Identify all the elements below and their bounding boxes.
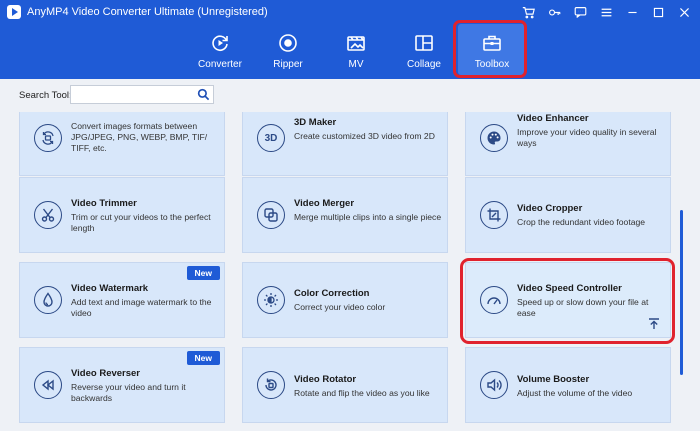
tool-card-video-enhancer[interactable]: Video Enhancer Improve your video qualit… (465, 112, 671, 176)
cart-icon[interactable] (516, 3, 540, 21)
tool-title: Video Trimmer (71, 198, 137, 209)
tool-description: Merge multiple clips into a single piece (294, 212, 442, 222)
minimize-icon[interactable] (620, 3, 644, 21)
window-controls (516, 3, 696, 21)
tab-converter[interactable]: Converter (186, 24, 254, 75)
mv-icon (345, 32, 367, 54)
speed-controller-highlight (460, 258, 675, 344)
3d-icon: 3D (257, 124, 285, 152)
tab-label: Converter (198, 59, 242, 70)
tool-card-video-cropper[interactable]: Video Cropper Crop the redundant video f… (465, 177, 671, 253)
maximize-icon[interactable] (646, 3, 670, 21)
rewind-icon (34, 371, 62, 399)
tool-title: Video Enhancer (517, 113, 589, 124)
search-label: Search Tool: (19, 90, 72, 101)
tool-description: Convert images formats between JPG/JPEG,… (71, 121, 208, 153)
close-icon[interactable] (672, 3, 696, 21)
search-field (70, 85, 214, 105)
tool-card-color-correction[interactable]: Color Correction Correct your video colo… (242, 262, 448, 338)
toolbox-tab-highlight (453, 20, 527, 78)
tool-card-video-trimmer[interactable]: Video Trimmer Trim or cut your videos to… (19, 177, 225, 253)
collage-icon (413, 32, 435, 54)
new-badge: New (186, 266, 220, 280)
tab-label: Collage (407, 59, 441, 70)
app-logo-icon (7, 5, 21, 19)
tool-description: Create customized 3D video from 2D (294, 131, 435, 141)
tool-card-video-rotator[interactable]: Video Rotator Rotate and flip the video … (242, 347, 448, 423)
tab-label: Ripper (273, 59, 303, 70)
converter-icon (209, 32, 231, 54)
tool-title: Video Merger (294, 198, 355, 209)
menu-icon[interactable] (594, 3, 618, 21)
volume-icon (480, 371, 508, 399)
tool-title: Volume Booster (517, 374, 590, 385)
scissors-icon (34, 201, 62, 229)
merge-icon (257, 201, 285, 229)
rotate-icon (257, 371, 285, 399)
tool-description: Adjust the volume of the video (517, 388, 633, 398)
tool-description: Rotate and flip the video as you like (294, 388, 430, 398)
tool-title: Color Correction (294, 288, 370, 299)
tool-description: Reverse your video and turn it backwards (71, 382, 186, 403)
watermark-icon (34, 286, 62, 314)
tool-title: Video Cropper (517, 203, 583, 214)
search-input[interactable] (71, 88, 191, 105)
tool-description: Crop the redundant video footage (517, 217, 646, 227)
tool-title: 3D Maker (294, 117, 337, 128)
key-icon[interactable] (542, 3, 566, 21)
title-bar: AnyMP4 Video Converter Ultimate (Unregis… (0, 0, 700, 79)
tool-card-3d-maker[interactable]: 3D 3D Maker Create customized 3D video f… (242, 112, 448, 176)
tool-title: Video Watermark (71, 283, 149, 294)
new-badge: New (186, 351, 220, 365)
tool-card-volume-booster[interactable]: Volume Booster Adjust the volume of the … (465, 347, 671, 423)
tab-ripper[interactable]: Ripper (254, 24, 322, 75)
tool-card-video-reverser[interactable]: New Video Reverser Reverse your video an… (19, 347, 225, 423)
chat-icon[interactable] (568, 3, 592, 21)
palette-icon (480, 124, 508, 152)
tab-label: MV (348, 59, 364, 70)
app-title: AnyMP4 Video Converter Ultimate (Unregis… (27, 6, 268, 18)
color-icon (257, 286, 285, 314)
tool-description: Correct your video color (294, 302, 386, 312)
tab-collage[interactable]: Collage (390, 24, 458, 75)
search-icon[interactable] (197, 88, 210, 101)
tool-title: Video Rotator (294, 374, 357, 385)
tool-description: Trim or cut your videos to the perfect l… (71, 212, 211, 233)
tool-title: Video Reverser (71, 368, 141, 379)
crop-icon (480, 201, 508, 229)
tool-card-video-watermark[interactable]: New Video Watermark Add text and image w… (19, 262, 225, 338)
tool-description: Add text and image watermark to the vide… (71, 297, 212, 318)
tool-card-image-converter[interactable]: Convert images formats between JPG/JPEG,… (19, 112, 225, 176)
vertical-scrollbar[interactable] (680, 210, 683, 375)
ripper-icon (277, 32, 299, 54)
tab-mv[interactable]: MV (322, 24, 390, 75)
tool-description: Improve your video quality in several wa… (517, 127, 657, 148)
image-convert-icon (34, 124, 62, 152)
tool-card-video-merger[interactable]: Video Merger Merge multiple clips into a… (242, 177, 448, 253)
